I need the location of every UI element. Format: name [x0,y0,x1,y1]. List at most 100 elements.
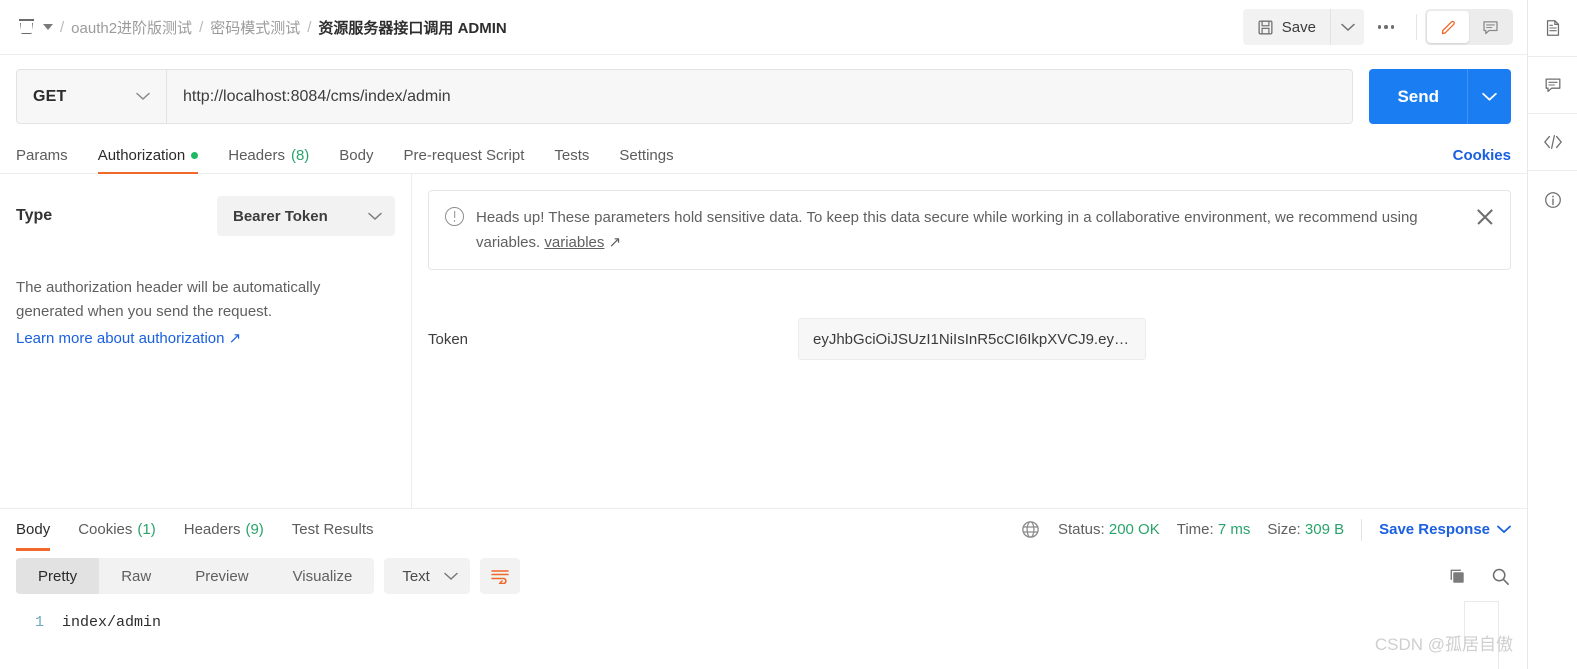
chevron-down-icon [1340,23,1355,31]
comment-button[interactable] [1469,11,1511,43]
header-bar: / oauth2进阶版测试 / 密码模式测试 / 资源服务器接口调用 ADMIN… [0,0,1527,55]
view-mode-pretty[interactable]: Pretty [16,558,100,594]
chevron-down-icon [1497,525,1511,534]
view-mode-group: Pretty Raw Preview Visualize [16,558,375,594]
auth-type-row: Type Bearer Token [16,196,395,236]
breadcrumb-separator: / [307,18,312,36]
format-select[interactable]: Text [384,558,470,594]
rail-documentation-button[interactable] [1528,0,1577,57]
cookies-link[interactable]: Cookies [1453,147,1511,164]
url-input[interactable]: http://localhost:8084/cms/index/admin [166,69,1354,124]
breadcrumb-item-request[interactable]: 资源服务器接口调用 ADMIN [318,17,506,38]
request-url-row: GET http://localhost:8084/cms/index/admi… [0,55,1527,136]
method-selector[interactable]: GET [16,69,166,124]
breadcrumb-item-folder[interactable]: 密码模式测试 [210,17,300,38]
watermark: CSDN @孤居自傲 [1374,635,1513,654]
token-row: Token eyJhbGciOiJSUzI1NiIsInR5cCI6IkpXVC… [428,318,1511,361]
tab-authorization[interactable]: Authorization [97,147,199,174]
learn-more-label: Learn more about authorization [16,329,225,347]
header-divider [1416,14,1417,40]
external-link-icon: ↗ [608,234,622,252]
save-button[interactable]: Save [1242,9,1330,45]
request-tabs: Params Authorization Headers (8) Body Pr… [0,136,1527,174]
watermark-line [1464,602,1465,647]
auth-detail-pane: Heads up! These parameters hold sensitiv… [412,174,1527,508]
save-options-button[interactable] [1330,9,1364,45]
learn-more-link[interactable]: Learn more about authorization ↗ [16,327,241,351]
send-group: Send [1369,69,1511,124]
response-tab-cookies[interactable]: Cookies (1) [78,509,156,551]
tab-label: Test Results [291,521,374,538]
tab-label: Authorization [97,147,186,164]
meta-divider [1361,518,1363,541]
auth-type-label: Type [16,207,53,224]
response-tab-body[interactable]: Body [16,509,51,551]
tab-label: Params [16,147,68,164]
status-value: 200 OK [1108,521,1160,538]
more-options-button[interactable] [1364,9,1408,45]
tab-params[interactable]: Params [16,147,68,173]
token-input[interactable]: eyJhbGciOiJSUzI1NiIsInR5cCI6IkpXVCJ9.ey… [798,318,1146,361]
tab-pre-request-script[interactable]: Pre-request Script [404,147,525,173]
variables-link[interactable]: variables [544,234,604,251]
right-sidebar [1528,0,1577,669]
close-icon[interactable] [1474,206,1496,228]
chevron-down-icon [136,92,150,101]
sensitive-data-banner: Heads up! These parameters hold sensitiv… [428,190,1511,271]
auth-description-line2: generated when you send the request. [16,303,273,321]
collection-icon[interactable] [16,16,38,38]
main-panel: / oauth2进阶版测试 / 密码模式测试 / 资源服务器接口调用 ADMIN… [0,0,1528,669]
breadcrumb: / oauth2进阶版测试 / 密码模式测试 / 资源服务器接口调用 ADMIN [16,16,1243,38]
rail-code-button[interactable] [1528,114,1577,171]
tab-settings[interactable]: Settings [619,147,673,173]
time-label: Time: [1176,521,1214,538]
banner-text-wrap: Heads up! These parameters hold sensitiv… [476,205,1462,255]
view-mode-raw[interactable]: Raw [99,558,173,594]
save-response-button[interactable]: Save Response [1379,521,1511,538]
save-button-label: Save [1281,18,1316,36]
globe-icon[interactable] [1020,519,1041,540]
status-label: Status: [1057,521,1105,538]
tab-label: Body [16,521,51,538]
response-body-text: index/admin [62,614,162,631]
rail-comment-button[interactable] [1528,57,1577,114]
response-tabs-bar: Body Cookies (1) Headers (9) Test Result… [0,508,1527,551]
tab-count: (8) [290,147,310,164]
edit-button[interactable] [1427,11,1469,43]
documentation-icon [1546,20,1559,36]
tab-count: (1) [137,521,156,538]
search-icon[interactable] [1490,566,1511,587]
word-wrap-icon [491,570,509,584]
tab-count: (9) [245,521,264,538]
tab-headers[interactable]: Headers (8) [228,147,309,173]
alert-circle-icon [445,207,464,226]
response-body[interactable]: 1 index/admin [0,604,1527,631]
tab-tests[interactable]: Tests [554,147,589,173]
send-options-button[interactable] [1467,69,1511,124]
word-wrap-button[interactable] [479,558,520,594]
auth-type-select[interactable]: Bearer Token [217,196,395,236]
tab-label: Headers [183,521,241,538]
tab-label: Headers [228,147,285,164]
breadcrumb-item-collection[interactable]: oauth2进阶版测试 [71,17,192,38]
method-label: GET [33,87,67,105]
response-tab-test-results[interactable]: Test Results [292,509,374,551]
modified-dot-icon [191,152,199,159]
save-response-label: Save Response [1379,521,1490,538]
tab-label: Tests [554,147,590,164]
more-horizontal-icon [1377,25,1382,29]
pencil-icon [1441,20,1455,34]
copy-icon[interactable] [1447,566,1468,587]
info-icon [1544,191,1561,208]
view-mode-visualize[interactable]: Visualize [271,558,375,594]
watermark-line [1464,601,1499,602]
comment-icon [1482,20,1498,34]
auth-type-pane: Type Bearer Token The authorization head… [0,174,412,508]
view-mode-preview[interactable]: Preview [173,558,270,594]
auth-description: The authorization header will be automat… [16,276,346,351]
tab-body[interactable]: Body [339,147,373,173]
rail-info-button[interactable] [1528,171,1577,228]
chevron-down-icon[interactable] [43,24,53,30]
send-button[interactable]: Send [1369,69,1467,124]
response-tab-headers[interactable]: Headers (9) [184,509,264,551]
